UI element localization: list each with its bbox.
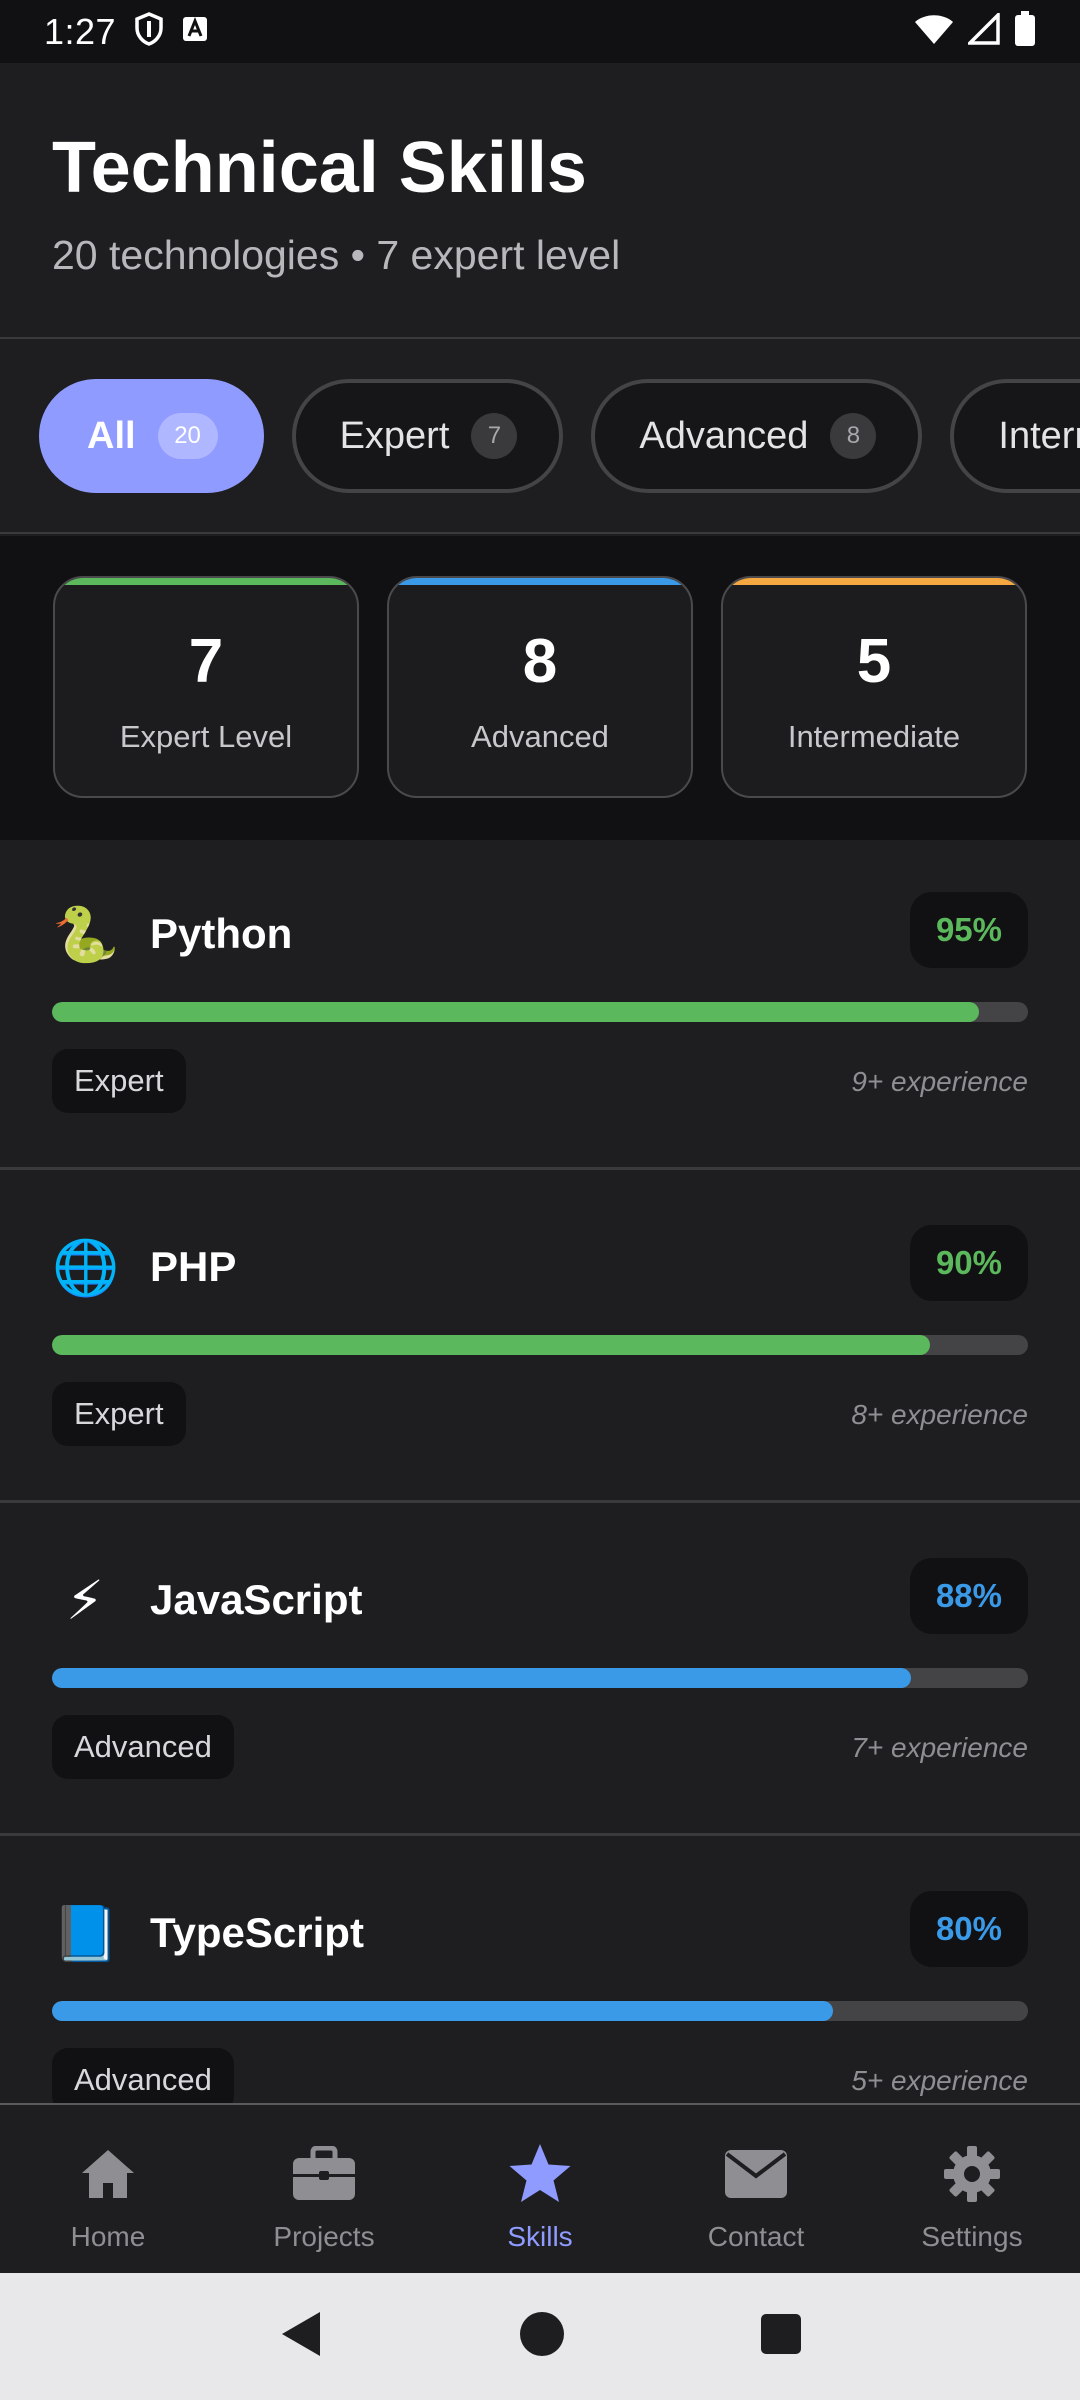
percent-badge: 88%: [909, 1558, 1028, 1634]
accent-bar: [55, 578, 357, 585]
skill-name: PHP: [150, 1243, 237, 1290]
filter-chip-all[interactable]: All 20: [39, 379, 264, 493]
progress-track: [52, 1002, 1028, 1022]
experience-text: 5+ experience: [851, 2065, 1028, 2096]
back-icon[interactable]: [278, 2309, 324, 2364]
nav-home[interactable]: Home: [0, 2105, 216, 2273]
bottom-nav: Home Projects Skills Contact Settings: [0, 2103, 1080, 2273]
progress-fill: [52, 2001, 833, 2021]
skill-name: JavaScript: [150, 1576, 363, 1623]
summary-label: Intermediate: [787, 719, 961, 754]
status-bar: 1:27: [0, 0, 1080, 63]
chip-count: 20: [157, 413, 218, 459]
filter-chip-expert[interactable]: Expert 7: [291, 379, 564, 493]
book-icon: 📘: [52, 1904, 120, 1964]
briefcase-icon: [291, 2141, 357, 2207]
page-title: Technical Skills: [52, 128, 587, 208]
shield-icon: [134, 12, 164, 51]
nav-label: Settings: [921, 2221, 1023, 2252]
summary-card-intermediate: 5 Intermediate: [721, 576, 1027, 798]
chip-label: Advanced: [639, 414, 809, 457]
nav-label: Skills: [507, 2221, 573, 2252]
page-subtitle: 20 technologies • 7 expert level: [52, 232, 621, 279]
lightning-icon: ⚡: [66, 1571, 104, 1631]
experience-text: 8+ experience: [851, 1399, 1028, 1430]
battery-icon: [1014, 11, 1036, 52]
skill-card-typescript[interactable]: 📘 TypeScript 80% Advanced 5+ experience: [0, 1839, 1080, 2103]
summary-label: Advanced: [471, 719, 609, 754]
nav-projects[interactable]: Projects: [216, 2105, 432, 2273]
chip-label: Expert: [339, 414, 450, 457]
nav-settings[interactable]: Settings: [864, 2105, 1080, 2273]
accent-bar: [389, 578, 691, 585]
progress-fill: [52, 1335, 931, 1355]
chip-count: 7: [471, 413, 518, 459]
skill-name: TypeScript: [150, 1909, 364, 1956]
progress-track: [52, 1335, 1028, 1355]
level-badge: Expert: [52, 1382, 186, 1446]
progress-fill: [52, 1668, 911, 1688]
nav-label: Contact: [707, 2221, 805, 2252]
accent-bar: [723, 578, 1025, 585]
home-circle-icon[interactable]: [519, 2311, 565, 2362]
skill-list[interactable]: 🐍 Python 95% Expert 9+ experience 🌐 PHP …: [0, 840, 1080, 2103]
star-icon: [507, 2141, 573, 2207]
skill-card-php[interactable]: 🌐 PHP 90% Expert 8+ experience: [0, 1173, 1080, 1503]
nav-contact[interactable]: Contact: [648, 2105, 864, 2273]
percent-badge: 80%: [909, 1891, 1028, 1967]
percent-badge: 95%: [909, 892, 1028, 968]
skill-name: Python: [150, 910, 293, 957]
skill-card-javascript[interactable]: ⚡ JavaScript 88% Advanced 7+ experience: [0, 1506, 1080, 1836]
globe-icon: 🌐: [52, 1238, 120, 1298]
progress-track: [52, 2001, 1028, 2021]
nav-label: Home: [70, 2221, 146, 2252]
gear-icon: [939, 2141, 1005, 2207]
level-badge: Advanced: [52, 1715, 234, 1779]
summary-value: 7: [188, 627, 224, 696]
percent-badge: 90%: [909, 1225, 1028, 1301]
summary-card-expert: 7 Expert Level: [53, 576, 359, 798]
chip-label: All: [87, 414, 136, 457]
system-nav-bar: [0, 2273, 1080, 2400]
experience-text: 7+ experience: [851, 1732, 1028, 1763]
progress-track: [52, 1668, 1028, 1688]
wifi-icon: [914, 13, 954, 50]
summary-value: 8: [522, 627, 558, 696]
experience-text: 9+ experience: [851, 1066, 1028, 1097]
level-badge: Advanced: [52, 2048, 234, 2103]
status-time: 1:27: [44, 10, 117, 52]
level-badge: Expert: [52, 1049, 186, 1113]
python-icon: 🐍: [52, 905, 120, 965]
summary-card-advanced: 8 Advanced: [387, 576, 693, 798]
progress-fill: [52, 1002, 980, 1022]
skill-card-python[interactable]: 🐍 Python 95% Expert 9+ experience: [0, 840, 1080, 1170]
filter-bar: All 20 Expert 7 Advanced 8 Intermediate …: [0, 341, 1080, 534]
page-header: Technical Skills 20 technologies • 7 exp…: [0, 63, 1080, 339]
summary-value: 5: [856, 627, 892, 696]
envelope-icon: [723, 2141, 789, 2207]
chip-count: 8: [830, 413, 877, 459]
summary-section: 7 Expert Level 8 Advanced 5 Intermediate: [0, 536, 1080, 840]
signal-icon: [965, 10, 1000, 50]
nav-skills[interactable]: Skills: [432, 2105, 648, 2273]
filter-chip-intermediate[interactable]: Intermediate 5: [950, 379, 1080, 493]
recents-square-icon[interactable]: [760, 2313, 802, 2360]
home-icon: [75, 2141, 141, 2207]
filter-chip-advanced[interactable]: Advanced 8: [591, 379, 923, 493]
nav-label: Projects: [273, 2221, 375, 2252]
summary-label: Expert Level: [119, 719, 293, 754]
chip-label: Intermediate: [998, 414, 1080, 457]
font-a-icon: [182, 16, 208, 47]
